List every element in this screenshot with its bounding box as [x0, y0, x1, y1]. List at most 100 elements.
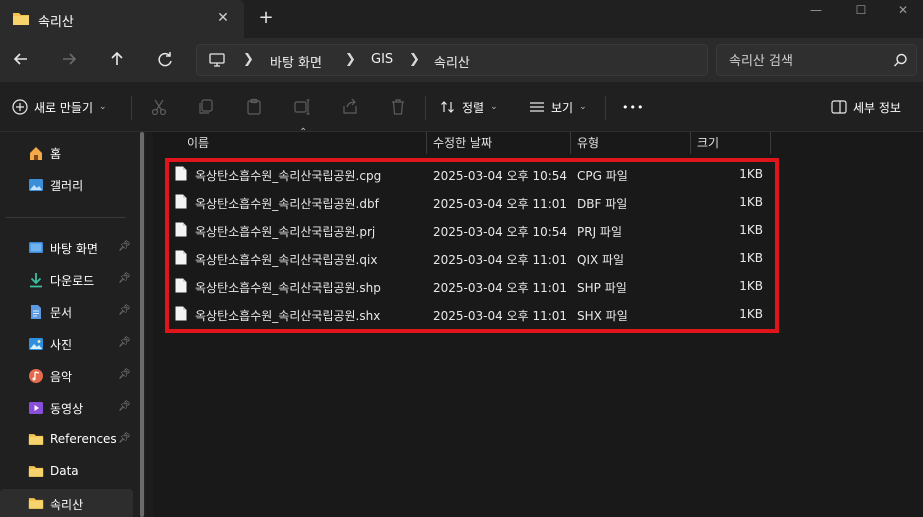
- view-button[interactable]: 보기 ⌄: [529, 96, 587, 118]
- navigation-bar: ❯ 바탕 화면 ❯ GIS ❯ 속리산: [0, 38, 923, 82]
- table-row[interactable]: 옥상탄소흡수원_속리산국립공원.shx 2025-03-04 오후 11:01 …: [163, 300, 768, 328]
- sidebar-item-downloads[interactable]: 다운로드 📌︎: [0, 265, 133, 295]
- table-row[interactable]: 옥상탄소흡수원_속리산국립공원.prj 2025-03-04 오후 10:54 …: [163, 216, 768, 244]
- folder-icon: [12, 11, 30, 29]
- file-type: PRJ 파일: [577, 225, 623, 239]
- column-divider[interactable]: [690, 132, 691, 154]
- file-type: SHP 파일: [577, 281, 627, 295]
- column-header-size[interactable]: 크기: [697, 132, 719, 154]
- file-modified: 2025-03-04 오후 11:01: [433, 253, 568, 267]
- tab-title: 속리산: [38, 15, 74, 30]
- file-icon: [175, 278, 187, 296]
- close-window-icon[interactable]: ✕: [880, 0, 923, 24]
- sort-button[interactable]: 정렬 ⌄: [440, 96, 498, 118]
- folder-icon: [28, 496, 44, 512]
- table-row[interactable]: 옥상탄소흡수원_속리산국립공원.dbf 2025-03-04 오후 11:01 …: [163, 188, 768, 216]
- sort-icon: [441, 101, 454, 113]
- search-box[interactable]: [716, 44, 917, 76]
- sidebar-item-label: 동영상: [50, 402, 84, 416]
- sidebar-item-pictures[interactable]: 사진 📌︎: [0, 329, 133, 359]
- pin-icon[interactable]: 📌︎: [118, 337, 131, 348]
- table-row[interactable]: 옥상탄소흡수원_속리산국립공원.cpg 2025-03-04 오후 10:54 …: [163, 160, 768, 188]
- breadcrumb-gis[interactable]: GIS: [371, 52, 393, 67]
- pin-icon[interactable]: 📌︎: [118, 273, 131, 284]
- divider: [131, 96, 132, 120]
- details-pane-button[interactable]: 세부 정보: [831, 96, 901, 118]
- column-header-modified[interactable]: 수정한 날짜: [433, 132, 492, 154]
- chevron-right-icon[interactable]: ❯: [243, 52, 254, 67]
- view-icon: [530, 102, 544, 112]
- copy-icon[interactable]: [197, 98, 215, 116]
- sidebar-item-desktop[interactable]: 바탕 화면 📌︎: [0, 233, 133, 263]
- music-icon: [28, 368, 44, 384]
- file-icon: [175, 222, 187, 240]
- sidebar-item-music[interactable]: 음악 📌︎: [0, 361, 133, 391]
- command-bar: 새로 만들기 ⌄ 정렬 ⌄ 보기 ⌄ ••• 세부 정보: [0, 82, 923, 132]
- file-type: CPG 파일: [577, 169, 628, 183]
- minimize-icon[interactable]: —: [793, 0, 839, 24]
- file-size: 1KB: [739, 279, 763, 293]
- file-size: 1KB: [739, 307, 763, 321]
- address-bar[interactable]: ❯ 바탕 화면 ❯ GIS ❯ 속리산: [196, 44, 708, 76]
- up-button[interactable]: [106, 48, 130, 72]
- maximize-icon[interactable]: ☐: [838, 0, 884, 24]
- divider: [6, 217, 126, 218]
- file-name: 옥상탄소흡수원_속리산국립공원.dbf: [195, 197, 379, 211]
- forward-button[interactable]: [58, 48, 82, 72]
- file-name: 옥상탄소흡수원_속리산국립공원.prj: [195, 225, 376, 239]
- new-button[interactable]: 새로 만들기 ⌄: [12, 96, 107, 118]
- arrow-up-icon: [111, 51, 123, 65]
- desktop-icon: [28, 240, 44, 256]
- breadcrumb-current[interactable]: 속리산: [434, 52, 470, 71]
- file-name: 옥상탄소흡수원_속리산국립공원.qix: [195, 253, 378, 267]
- sidebar-item-label: References: [50, 432, 117, 446]
- new-tab-button[interactable]: +: [256, 8, 276, 28]
- chevron-down-icon: ⌄: [579, 102, 587, 112]
- sidebar-item-songnisan[interactable]: 속리산: [0, 489, 133, 517]
- title-bar: 속리산 ✕ + — ☐ ✕: [0, 0, 923, 38]
- column-divider[interactable]: [570, 132, 571, 154]
- file-type: DBF 파일: [577, 197, 628, 211]
- sidebar-item-references[interactable]: References 📌︎: [0, 425, 133, 455]
- rename-icon[interactable]: [293, 98, 311, 116]
- pin-icon[interactable]: 📌︎: [118, 401, 131, 412]
- chevron-right-icon[interactable]: ❯: [409, 52, 420, 67]
- sidebar-item-gallery[interactable]: 갤러리: [0, 170, 133, 200]
- pin-icon[interactable]: 📌︎: [118, 305, 131, 316]
- column-header-name[interactable]: 이름: [187, 132, 209, 154]
- refresh-button[interactable]: [154, 48, 178, 72]
- pin-icon[interactable]: 📌︎: [118, 433, 131, 444]
- more-options-button[interactable]: •••: [622, 96, 644, 118]
- chevron-right-icon[interactable]: ❯: [345, 52, 356, 67]
- file-size: 1KB: [739, 251, 763, 265]
- close-tab-icon[interactable]: ✕: [214, 9, 232, 27]
- gallery-icon: [28, 177, 44, 193]
- breadcrumb-desktop[interactable]: 바탕 화면: [270, 52, 322, 71]
- back-button[interactable]: [10, 48, 34, 72]
- table-row[interactable]: 옥상탄소흡수원_속리산국립공원.qix 2025-03-04 오후 11:01 …: [163, 244, 768, 272]
- cut-icon[interactable]: [150, 98, 168, 116]
- navigation-pane: 홈 갤러리 바탕 화면 📌︎ 다운로드 📌︎ 문서 📌︎ 사진 📌︎ 음악 📌︎…: [0, 132, 146, 517]
- sidebar-scrollbar[interactable]: [140, 132, 144, 517]
- sidebar-item-label: 바탕 화면: [50, 242, 98, 256]
- sidebar-item-videos[interactable]: 동영상 📌︎: [0, 393, 133, 423]
- share-icon[interactable]: [341, 98, 359, 116]
- sidebar-item-home[interactable]: 홈: [0, 138, 133, 168]
- new-button-label: 새로 만들기: [34, 100, 94, 115]
- sort-ascending-icon: ⌃: [299, 127, 308, 138]
- column-divider[interactable]: [770, 132, 771, 154]
- paste-icon[interactable]: [245, 98, 263, 116]
- sidebar-item-documents[interactable]: 문서 📌︎: [0, 297, 133, 327]
- search-input[interactable]: [729, 51, 889, 71]
- sidebar-item-label: 다운로드: [50, 274, 95, 288]
- table-row[interactable]: 옥상탄소흡수원_속리산국립공원.shp 2025-03-04 오후 11:01 …: [163, 272, 768, 300]
- column-header-type[interactable]: 유형: [577, 132, 599, 154]
- column-divider[interactable]: [426, 132, 427, 154]
- file-name: 옥상탄소흡수원_속리산국립공원.shx: [195, 309, 381, 323]
- sidebar-item-data[interactable]: Data: [0, 457, 133, 487]
- delete-icon[interactable]: [389, 98, 407, 116]
- pin-icon[interactable]: 📌︎: [118, 241, 131, 252]
- explorer-tab[interactable]: 속리산 ✕: [0, 0, 244, 38]
- search-icon[interactable]: [893, 53, 908, 71]
- pin-icon[interactable]: 📌︎: [118, 369, 131, 380]
